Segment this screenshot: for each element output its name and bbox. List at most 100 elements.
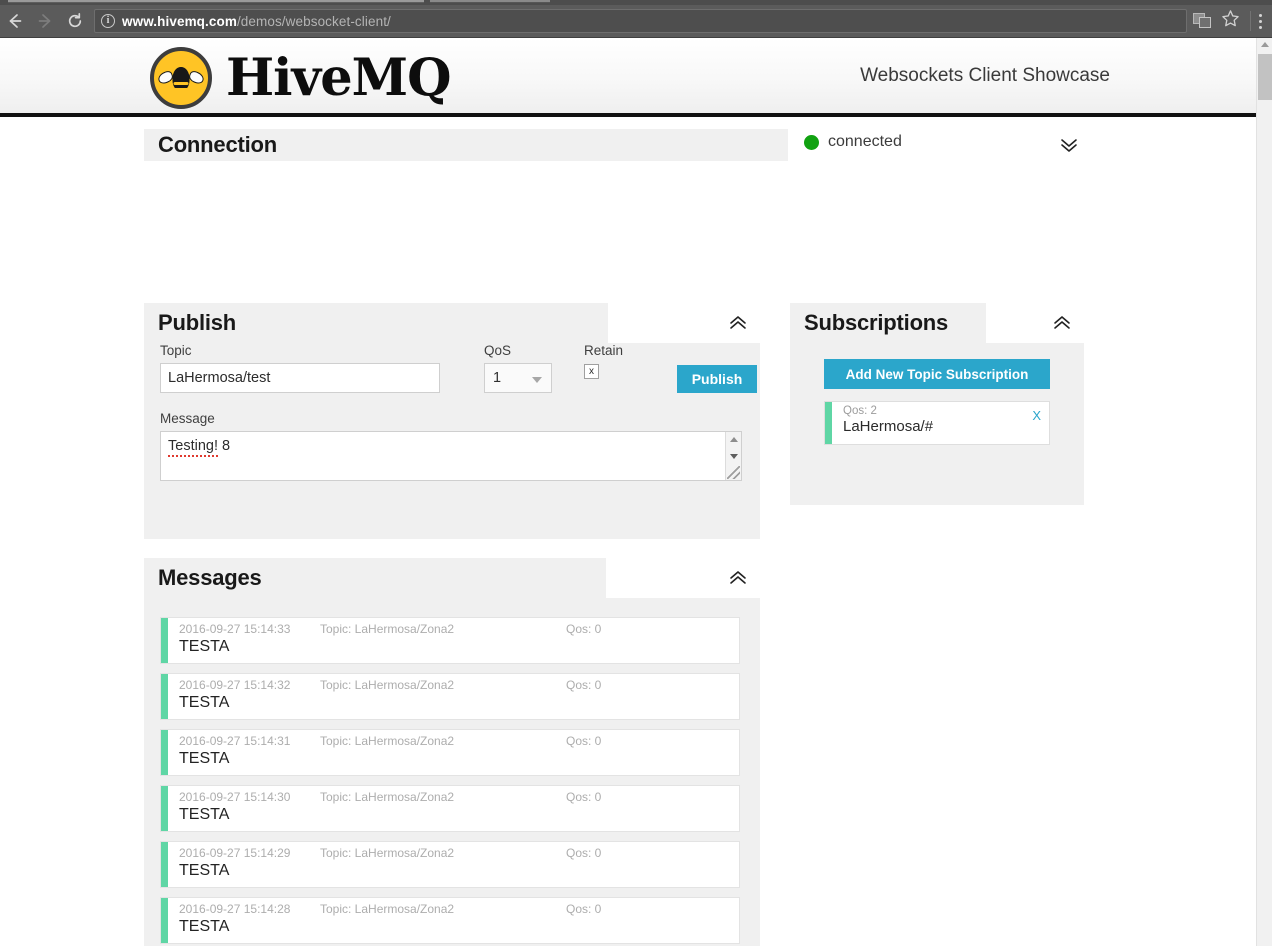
message-topic: Topic: LaHermosa/Zona2 xyxy=(320,678,455,692)
scroll-down-arrow-icon[interactable] xyxy=(730,454,738,459)
retain-label: Retain xyxy=(584,343,624,358)
message-textarea[interactable]: Testing! 8 xyxy=(160,431,742,481)
message-content: 2016-09-27 15:14:33 Topic: LaHermosa/Zona… xyxy=(168,618,739,663)
messages-panel: Messages 2016-09-27 15:14:33 Topic: LaHer… xyxy=(144,558,760,946)
message-row[interactable]: 2016-09-27 15:14:29 Topic: LaHermosa/Zona… xyxy=(160,841,740,888)
message-row[interactable]: 2016-09-27 15:14:32 Topic: LaHermosa/Zona… xyxy=(160,673,740,720)
url-bar[interactable]: i www.hivemq.com/demos/websocket-client/ xyxy=(94,9,1187,33)
subscription-qos: Qos: 2 xyxy=(843,405,877,417)
message-topic: Topic: LaHermosa/Zona2 xyxy=(320,734,455,748)
messages-title: Messages xyxy=(158,565,262,590)
message-meta: 2016-09-27 15:14:28 Topic: LaHermosa/Zona… xyxy=(168,898,739,917)
info-circle-icon[interactable]: i xyxy=(101,14,115,28)
three-dot-menu-icon[interactable] xyxy=(1259,13,1268,29)
publish-controls-row: Topic QoS 1 Retain x xyxy=(160,343,757,401)
connection-header[interactable]: Connection xyxy=(144,129,788,161)
subscriptions-panel: Subscriptions Add New Topic Subscription… xyxy=(790,303,1084,505)
message-topic: Topic: LaHermosa/Zona2 xyxy=(320,902,455,916)
message-row[interactable]: 2016-09-27 15:14:33 Topic: LaHermosa/Zona… xyxy=(160,617,740,664)
qos-selected-value: 1 xyxy=(493,370,502,386)
hivemq-logo[interactable]: HiveMQ xyxy=(150,47,452,109)
message-row[interactable]: 2016-09-27 15:14:30 Topic: LaHermosa/Zona… xyxy=(160,785,740,832)
message-color-bar xyxy=(161,898,168,943)
message-content: 2016-09-27 15:14:28 Topic: LaHermosa/Zona… xyxy=(168,898,739,943)
connection-section: Connection connected xyxy=(144,129,1084,161)
message-field-group: Message Testing! 8 xyxy=(160,411,744,481)
star-icon[interactable] xyxy=(1221,9,1240,33)
message-text-rest: 8 xyxy=(217,438,231,454)
message-content: 2016-09-27 15:14:29 Topic: LaHermosa/Zona… xyxy=(168,842,739,887)
message-topic: Topic: LaHermosa/Zona2 xyxy=(320,846,455,860)
chevron-double-down-icon[interactable] xyxy=(1056,132,1082,158)
subscription-topic: LaHermosa/# xyxy=(843,418,934,435)
scroll-up-arrow-icon[interactable] xyxy=(730,437,738,442)
scroll-up-arrow-icon[interactable] xyxy=(1261,42,1269,47)
browser-tab-active[interactable] xyxy=(8,0,424,3)
url-path: /demos/websocket-client/ xyxy=(236,13,391,29)
toolbar-icons xyxy=(1193,9,1272,33)
page-scrollbar[interactable] xyxy=(1256,38,1272,946)
reload-icon[interactable] xyxy=(60,7,90,35)
page-scrollbar-thumb[interactable] xyxy=(1258,54,1272,100)
message-color-bar xyxy=(161,730,168,775)
chevron-double-up-icon[interactable] xyxy=(725,310,751,336)
qos-label: QoS xyxy=(484,343,512,358)
qos-select[interactable]: 1 xyxy=(484,363,552,393)
message-meta: 2016-09-27 15:14:32 Topic: LaHermosa/Zona… xyxy=(168,674,739,693)
message-textarea-value: Testing! 8 xyxy=(168,438,231,457)
subscriptions-header[interactable]: Subscriptions xyxy=(790,303,1084,343)
message-timestamp: 2016-09-27 15:14:28 xyxy=(179,902,291,916)
publish-button[interactable]: Publish xyxy=(677,365,757,393)
chevron-double-up-icon[interactable] xyxy=(1049,310,1075,336)
topic-label: Topic xyxy=(160,343,192,358)
message-row[interactable]: 2016-09-27 15:14:31 Topic: LaHermosa/Zona… xyxy=(160,729,740,776)
retain-checkbox[interactable]: x xyxy=(584,364,599,379)
url-host: www.hivemq.com xyxy=(122,13,237,29)
forward-arrow-icon[interactable] xyxy=(30,7,60,35)
textarea-resize-grip[interactable] xyxy=(727,466,740,479)
subscriptions-title: Subscriptions xyxy=(804,310,949,335)
message-spellcheck-word: Testing! xyxy=(168,438,218,457)
status-dot-icon xyxy=(804,134,819,150)
message-label: Message xyxy=(160,411,215,426)
connection-title: Connection xyxy=(158,132,277,157)
toolbar-divider xyxy=(1250,11,1251,31)
topic-field-group: Topic xyxy=(160,343,440,393)
subscription-content: Qos: 2 LaHermosa/# X xyxy=(832,402,1049,444)
message-color-bar xyxy=(161,786,168,831)
message-meta: 2016-09-27 15:14:30 Topic: LaHermosa/Zona… xyxy=(168,786,739,805)
topic-input[interactable] xyxy=(160,363,440,393)
browser-window: i www.hivemq.com/demos/websocket-client/ xyxy=(0,0,1272,946)
remove-subscription-button[interactable]: X xyxy=(1032,408,1041,423)
logo-text: HiveMQ xyxy=(226,47,452,108)
bee-logo-icon xyxy=(150,47,212,109)
page-viewport: HiveMQ Websockets Client Showcase Connec… xyxy=(0,38,1272,946)
connection-status: connected xyxy=(804,133,902,151)
message-color-bar xyxy=(161,674,168,719)
message-color-bar xyxy=(161,618,168,663)
messages-header-tab: Messages xyxy=(144,558,606,598)
browser-tab-secondary[interactable] xyxy=(430,0,550,3)
translate-icon[interactable] xyxy=(1193,13,1212,29)
message-payload: TESTA xyxy=(179,638,230,655)
add-new-topic-subscription-button[interactable]: Add New Topic Subscription xyxy=(824,359,1050,389)
message-qos: Qos: 0 xyxy=(566,622,602,636)
message-content: 2016-09-27 15:14:32 Topic: LaHermosa/Zona… xyxy=(168,674,739,719)
chevron-double-up-icon[interactable] xyxy=(725,565,751,591)
message-meta: 2016-09-27 15:14:33 Topic: LaHermosa/Zona… xyxy=(168,618,739,637)
publish-header[interactable]: Publish xyxy=(144,303,760,343)
subscription-list-item[interactable]: Qos: 2 LaHermosa/# X xyxy=(824,401,1050,445)
messages-header[interactable]: Messages xyxy=(144,558,760,598)
message-qos: Qos: 0 xyxy=(566,678,602,692)
message-timestamp: 2016-09-27 15:14:33 xyxy=(179,622,291,636)
messages-list: 2016-09-27 15:14:33 Topic: LaHermosa/Zona… xyxy=(144,598,760,946)
message-meta: 2016-09-27 15:14:31 Topic: LaHermosa/Zona… xyxy=(168,730,739,749)
message-qos: Qos: 0 xyxy=(566,790,602,804)
message-payload: TESTA xyxy=(179,806,230,823)
message-payload: TESTA xyxy=(179,862,230,879)
publish-title: Publish xyxy=(158,310,237,335)
chevron-down-icon xyxy=(532,377,542,383)
back-arrow-icon[interactable] xyxy=(0,7,30,35)
message-row[interactable]: 2016-09-27 15:14:28 Topic: LaHermosa/Zona… xyxy=(160,897,740,944)
message-content: 2016-09-27 15:14:31 Topic: LaHermosa/Zona… xyxy=(168,730,739,775)
